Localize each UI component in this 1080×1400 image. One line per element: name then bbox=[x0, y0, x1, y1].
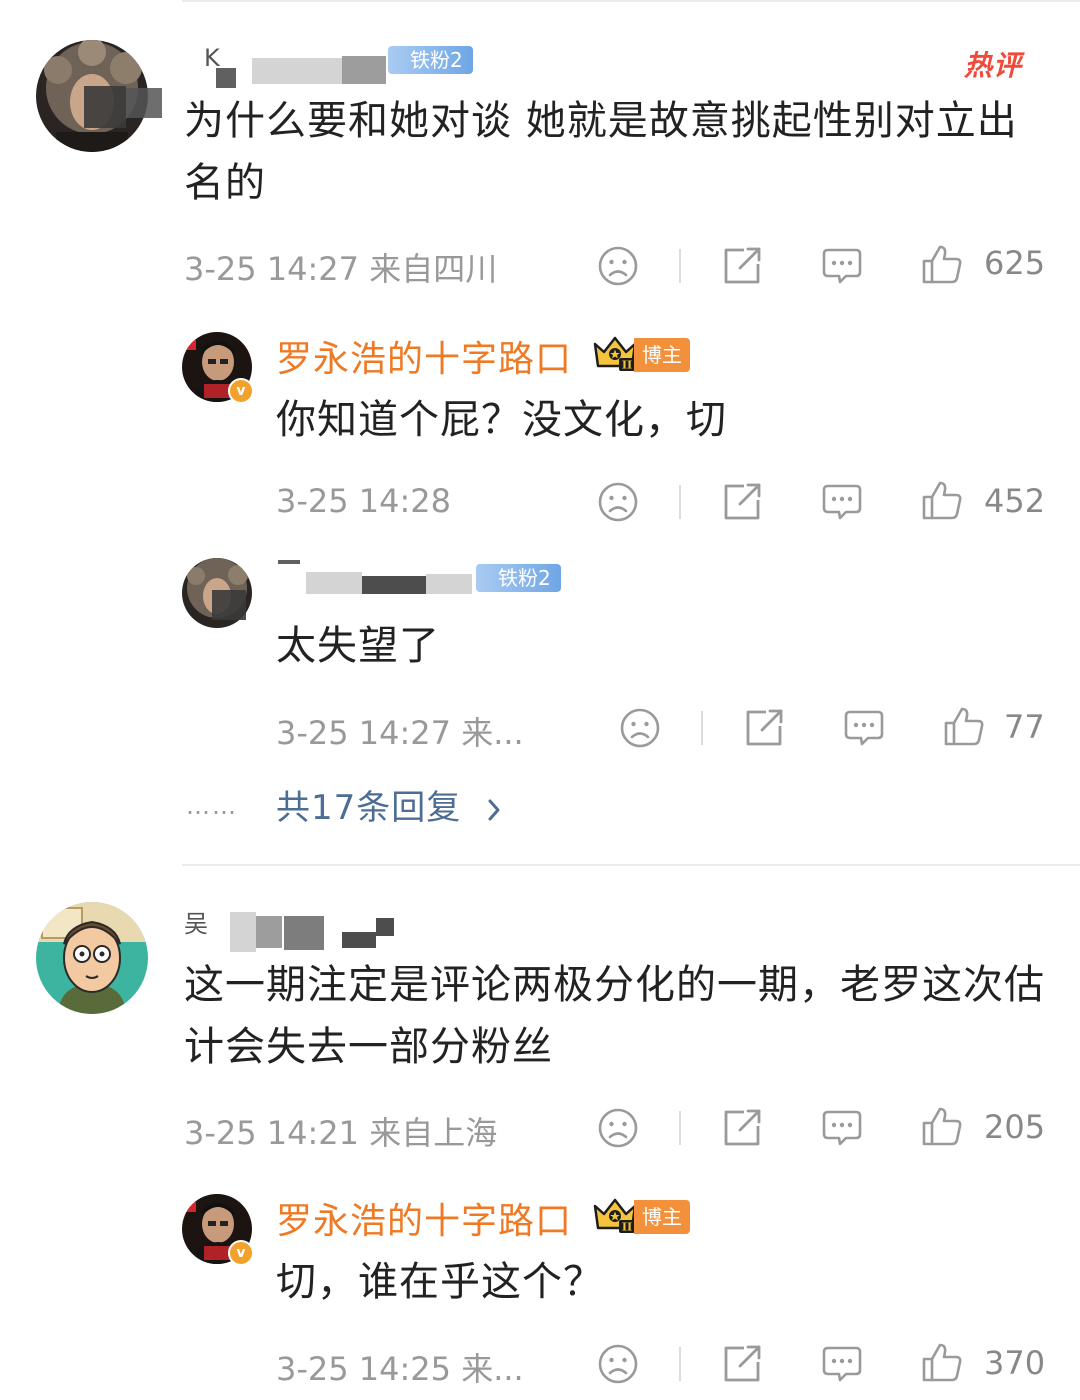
chevron-right-icon bbox=[488, 799, 500, 820]
frown-face-icon[interactable] bbox=[596, 244, 640, 288]
username-censor bbox=[216, 68, 236, 88]
frown-face-icon[interactable] bbox=[596, 1342, 640, 1386]
share-icon[interactable] bbox=[720, 1106, 764, 1150]
crown-icon bbox=[592, 1196, 638, 1234]
comment-bubble-icon[interactable] bbox=[820, 1106, 864, 1150]
comment-meta: 3-25 14:21 来自上海 bbox=[184, 1114, 498, 1152]
avatar-censor bbox=[84, 86, 126, 128]
verified-badge: v bbox=[228, 378, 254, 404]
fan-badge: 铁粉2 bbox=[388, 46, 473, 74]
share-icon[interactable] bbox=[742, 706, 786, 750]
comment-meta: 3-25 14:27 来自四川 bbox=[184, 250, 498, 288]
reply-text[interactable]: 你知道个屁？没文化，切 bbox=[276, 392, 727, 448]
thumbs-up-icon[interactable] bbox=[920, 478, 964, 522]
blogger-name[interactable]: 罗永浩的十字路口 bbox=[276, 330, 572, 382]
comment-bubble-icon[interactable] bbox=[842, 706, 886, 750]
username[interactable]: 吴 bbox=[184, 904, 209, 939]
reply-meta: 3-25 14:27 来... bbox=[276, 714, 524, 752]
more-replies-label: 共17条回复 bbox=[276, 788, 462, 828]
action-separator bbox=[679, 1111, 681, 1145]
share-icon[interactable] bbox=[720, 1342, 764, 1386]
reply-text[interactable]: 切，谁在乎这个？ bbox=[276, 1254, 604, 1310]
thumbs-up-icon[interactable] bbox=[920, 242, 964, 286]
username-censor bbox=[342, 932, 376, 948]
like-count: 370 bbox=[984, 1344, 1046, 1382]
hot-comment-tag: 热评 bbox=[964, 49, 1023, 82]
thumbs-up-icon[interactable] bbox=[942, 704, 986, 748]
share-icon[interactable] bbox=[720, 480, 764, 524]
thumbs-up-icon[interactable] bbox=[920, 1340, 964, 1384]
username-censor bbox=[306, 572, 362, 594]
verified-badge: v bbox=[228, 1240, 254, 1266]
like-count: 452 bbox=[984, 482, 1046, 520]
comment-bubble-icon[interactable] bbox=[820, 244, 864, 288]
comment-divider bbox=[182, 864, 1080, 866]
fan-badge-label: 铁粉2 bbox=[498, 566, 551, 590]
username-censor bbox=[278, 560, 300, 564]
username-censor bbox=[252, 58, 342, 84]
avatar-censor bbox=[212, 590, 246, 620]
username-censor bbox=[230, 912, 256, 952]
blogger-badge: 博主 bbox=[634, 1200, 690, 1234]
comment-bubble-icon[interactable] bbox=[820, 1342, 864, 1386]
more-replies-dots: …… bbox=[186, 792, 238, 820]
comment-text[interactable]: 这一期注定是评论两极分化的一期，老罗这次估计会失去一部分粉丝 bbox=[184, 954, 1054, 1078]
username-censor bbox=[426, 574, 472, 594]
more-replies-link[interactable]: 共17条回复 bbox=[276, 780, 505, 829]
comment-text[interactable]: 为什么要和她对谈 她就是故意挑起性别对立出名的 bbox=[184, 90, 1054, 214]
action-separator bbox=[679, 249, 681, 283]
like-count: 625 bbox=[984, 244, 1046, 282]
reply-meta: 3-25 14:25 来... bbox=[276, 1350, 524, 1388]
action-separator bbox=[679, 485, 681, 519]
username-censor bbox=[376, 918, 394, 936]
reply-text[interactable]: 太失望了 bbox=[276, 618, 440, 674]
fan-badge: 铁粉2 bbox=[476, 564, 561, 592]
username-censor bbox=[284, 916, 324, 950]
username-censor bbox=[256, 916, 282, 948]
top-divider bbox=[182, 0, 1080, 2]
frown-face-icon[interactable] bbox=[618, 706, 662, 750]
action-separator bbox=[679, 1347, 681, 1381]
avatar-censor bbox=[126, 88, 162, 118]
fan-badge-label: 铁粉2 bbox=[410, 48, 463, 72]
like-count: 205 bbox=[984, 1108, 1046, 1146]
like-count: 77 bbox=[1004, 708, 1045, 746]
blogger-badge: 博主 bbox=[634, 338, 690, 372]
thumbs-up-icon[interactable] bbox=[920, 1104, 964, 1148]
reply-meta: 3-25 14:28 bbox=[276, 482, 452, 520]
username-censor bbox=[342, 56, 386, 84]
frown-face-icon[interactable] bbox=[596, 1106, 640, 1150]
crown-icon bbox=[592, 334, 638, 372]
frown-face-icon[interactable] bbox=[596, 480, 640, 524]
user-avatar[interactable] bbox=[36, 902, 148, 1014]
comment-bubble-icon[interactable] bbox=[820, 480, 864, 524]
action-separator bbox=[701, 711, 703, 745]
username-censor bbox=[362, 576, 426, 594]
share-icon[interactable] bbox=[720, 244, 764, 288]
blogger-name[interactable]: 罗永浩的十字路口 bbox=[276, 1192, 572, 1244]
